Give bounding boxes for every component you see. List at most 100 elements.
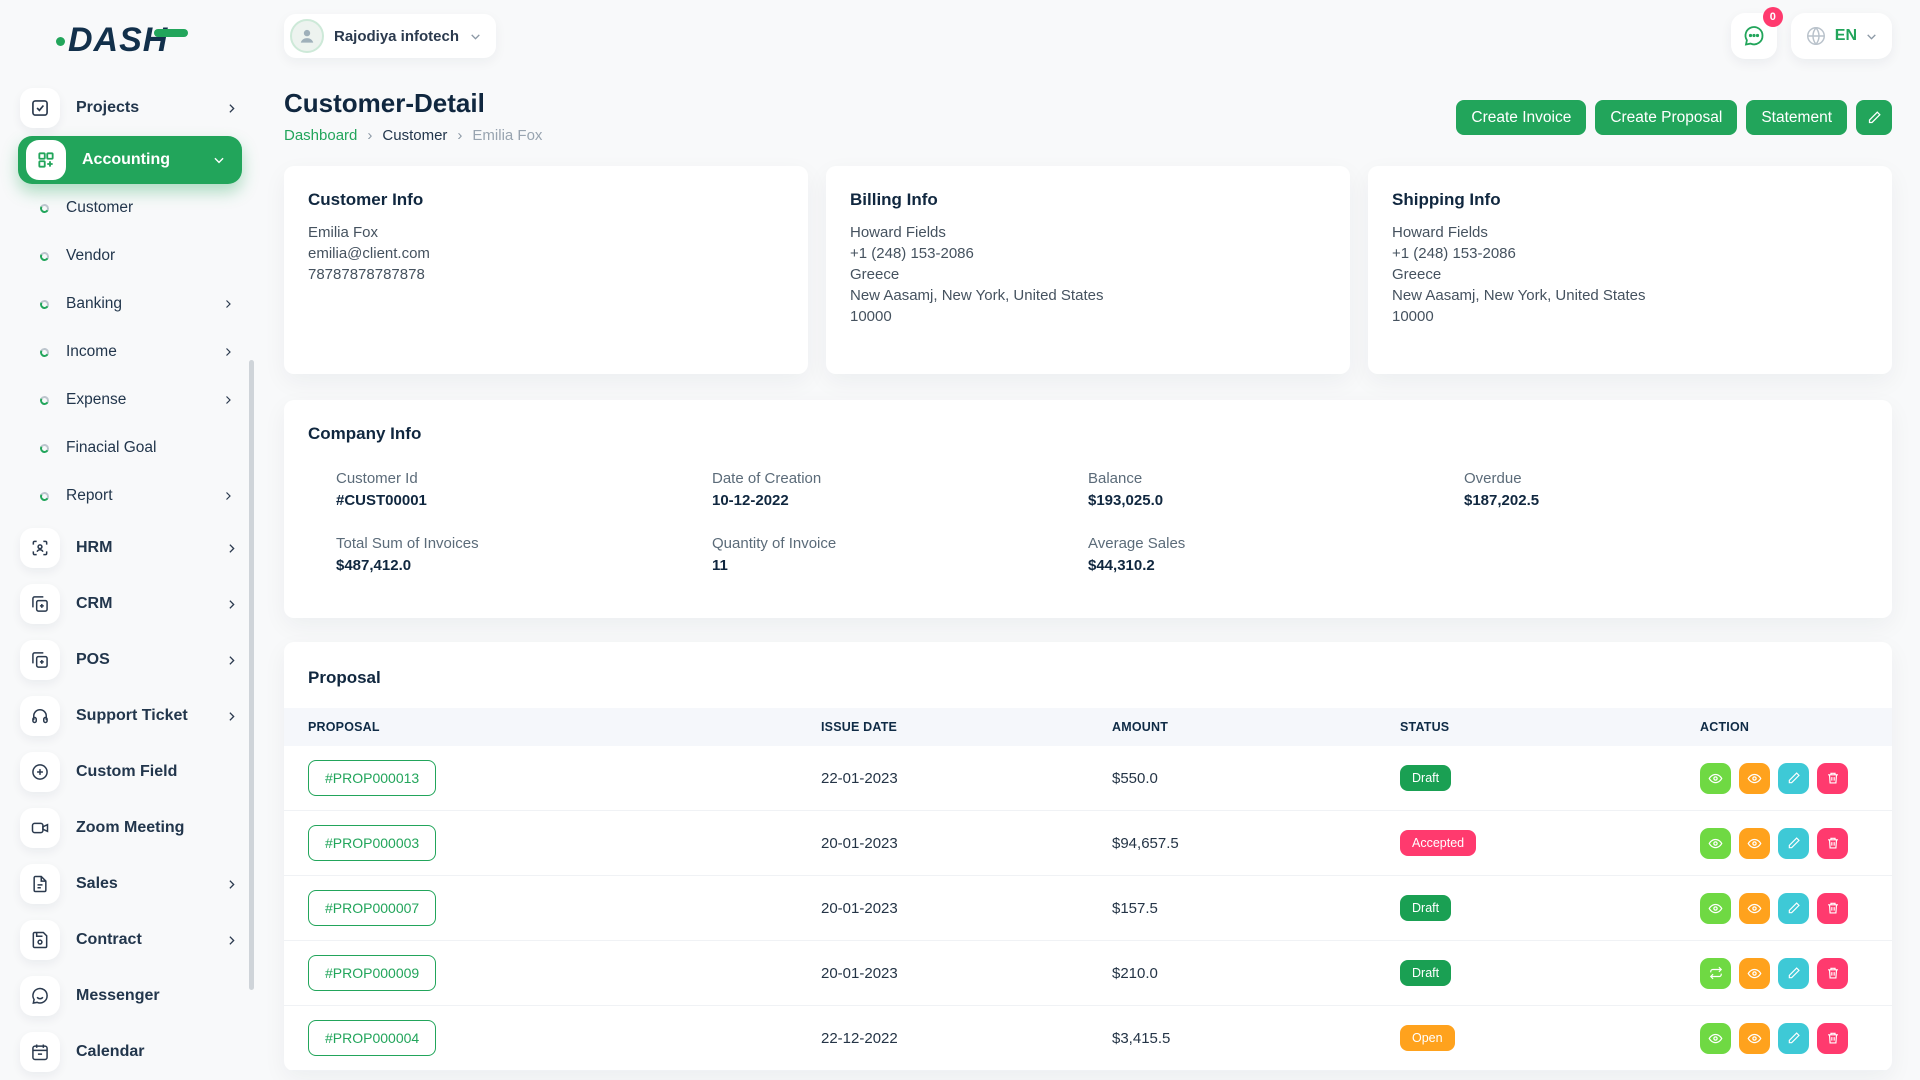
workspace-selector[interactable]: Rajodiya infotech (284, 14, 496, 58)
sidebar-item-expense[interactable]: Expense (0, 376, 260, 424)
customer-info-card: Customer Info Emilia Fox emilia@client.c… (284, 166, 808, 374)
preview-button[interactable] (1739, 828, 1770, 859)
file-text-icon (20, 864, 60, 904)
company-field: Customer Id #CUST00001 (336, 470, 712, 509)
proposal-link[interactable]: #PROP000004 (308, 1020, 436, 1056)
preview-button[interactable] (1739, 763, 1770, 794)
sidebar-item-customer[interactable]: Customer (0, 184, 260, 232)
workspace-name: Rajodiya infotech (334, 28, 459, 45)
sidebar-item-income[interactable]: Income (0, 328, 260, 376)
create-proposal-button[interactable]: Create Proposal (1595, 100, 1737, 135)
customer-phone: 78787878787878 (308, 264, 784, 285)
shipping-address: New Aasamj, New York, United States (1392, 285, 1868, 306)
language-label: EN (1835, 27, 1857, 45)
breadcrumb: Dashboard › Customer › Emilia Fox (284, 127, 542, 144)
proposal-link[interactable]: #PROP000013 (308, 760, 436, 796)
company-field: Balance $193,025.0 (1088, 470, 1464, 509)
shipping-info-title: Shipping Info (1392, 190, 1868, 210)
globe-icon (1805, 25, 1827, 47)
edit-customer-button[interactable] (1856, 100, 1892, 135)
chevron-right-icon (225, 878, 238, 891)
edit-button[interactable] (1778, 763, 1809, 794)
delete-button[interactable] (1817, 893, 1848, 924)
language-selector[interactable]: EN (1791, 13, 1892, 59)
delete-button[interactable] (1817, 1023, 1848, 1054)
sidebar-item-contract[interactable]: Contract (0, 912, 260, 968)
status-badge: Draft (1400, 960, 1451, 986)
edit-button[interactable] (1778, 893, 1809, 924)
chevron-right-icon (225, 102, 238, 115)
shipping-info-card: Shipping Info Howard Fields +1 (248) 153… (1368, 166, 1892, 374)
proposal-link[interactable]: #PROP000007 (308, 890, 436, 926)
proposal-link[interactable]: #PROP000009 (308, 955, 436, 991)
preview-button[interactable] (1739, 1023, 1770, 1054)
sidebar-item-report[interactable]: Report (0, 472, 260, 520)
page-title: Customer-Detail (284, 88, 542, 119)
shipping-zip: 10000 (1392, 306, 1868, 327)
view-button[interactable] (1700, 1023, 1731, 1054)
billing-name: Howard Fields (850, 222, 1326, 243)
proposal-table-header: PROPOSAL ISSUE DATE AMOUNT STATUS ACTION (284, 708, 1892, 746)
sidebar-item-banking[interactable]: Banking (0, 280, 260, 328)
breadcrumb-current: Emilia Fox (472, 127, 542, 144)
shipping-phone: +1 (248) 153-2086 (1392, 243, 1868, 264)
bullet-icon (39, 442, 50, 453)
billing-info-title: Billing Info (850, 190, 1326, 210)
app-logo[interactable]: DASH (0, 0, 260, 80)
billing-address: New Aasamj, New York, United States (850, 285, 1326, 306)
sidebar-scrollbar[interactable] (249, 360, 254, 990)
sidebar-item-calendar[interactable]: Calendar (0, 1024, 260, 1080)
breadcrumb-separator: › (367, 127, 372, 144)
sidebar-item-sales[interactable]: Sales (0, 856, 260, 912)
chevron-down-icon (212, 153, 226, 167)
calendar-icon (20, 1032, 60, 1072)
sidebar-item-zoom-meeting[interactable]: Zoom Meeting (0, 800, 260, 856)
sidebar-item-projects[interactable]: Projects (0, 80, 260, 136)
view-button[interactable] (1700, 828, 1731, 859)
topbar: Rajodiya infotech 0 EN (260, 0, 1920, 72)
chevron-right-icon (225, 654, 238, 667)
sidebar-item-hrm[interactable]: HRM (0, 520, 260, 576)
sidebar: DASH Projects Accounting Customer Vendor… (0, 0, 260, 1080)
video-icon (20, 808, 60, 848)
layers-plus-icon (20, 584, 60, 624)
breadcrumb-customer[interactable]: Customer (382, 127, 447, 144)
chevron-right-icon (222, 346, 234, 358)
delete-button[interactable] (1817, 763, 1848, 794)
sidebar-item-messenger[interactable]: Messenger (0, 968, 260, 1024)
sidebar-item-finacial-goal[interactable]: Finacial Goal (0, 424, 260, 472)
statement-button[interactable]: Statement (1746, 100, 1847, 135)
view-button[interactable] (1700, 893, 1731, 924)
preview-button[interactable] (1739, 958, 1770, 989)
create-invoice-button[interactable]: Create Invoice (1456, 100, 1586, 135)
pencil-icon (1867, 110, 1882, 125)
sidebar-item-pos[interactable]: POS (0, 632, 260, 688)
billing-phone: +1 (248) 153-2086 (850, 243, 1326, 264)
sidebar-item-support-ticket[interactable]: Support Ticket (0, 688, 260, 744)
logo-dot (56, 37, 65, 46)
sidebar-item-accounting[interactable]: Accounting (18, 136, 242, 184)
sidebar-item-vendor[interactable]: Vendor (0, 232, 260, 280)
edit-button[interactable] (1778, 958, 1809, 989)
breadcrumb-dashboard[interactable]: Dashboard (284, 127, 357, 144)
breadcrumb-separator: › (457, 127, 462, 144)
repeat-icon (1709, 966, 1723, 980)
table-row: #PROP000007 20-01-2023 $157.5 Draft (284, 876, 1892, 941)
preview-button[interactable] (1739, 893, 1770, 924)
sidebar-item-crm[interactable]: CRM (0, 576, 260, 632)
company-field: Date of Creation 10-12-2022 (712, 470, 1088, 509)
shipping-country: Greece (1392, 264, 1868, 285)
proposal-link[interactable]: #PROP000003 (308, 825, 436, 861)
edit-button[interactable] (1778, 828, 1809, 859)
layers-plus-icon (20, 640, 60, 680)
messages-button[interactable]: 0 (1731, 13, 1777, 59)
delete-button[interactable] (1817, 828, 1848, 859)
sidebar-item-custom-field[interactable]: Custom Field (0, 744, 260, 800)
bullet-icon (39, 394, 50, 405)
delete-button[interactable] (1817, 958, 1848, 989)
circle-plus-icon (20, 752, 60, 792)
view-button[interactable] (1700, 763, 1731, 794)
status-badge: Draft (1400, 765, 1451, 791)
convert-button[interactable] (1700, 958, 1731, 989)
edit-button[interactable] (1778, 1023, 1809, 1054)
